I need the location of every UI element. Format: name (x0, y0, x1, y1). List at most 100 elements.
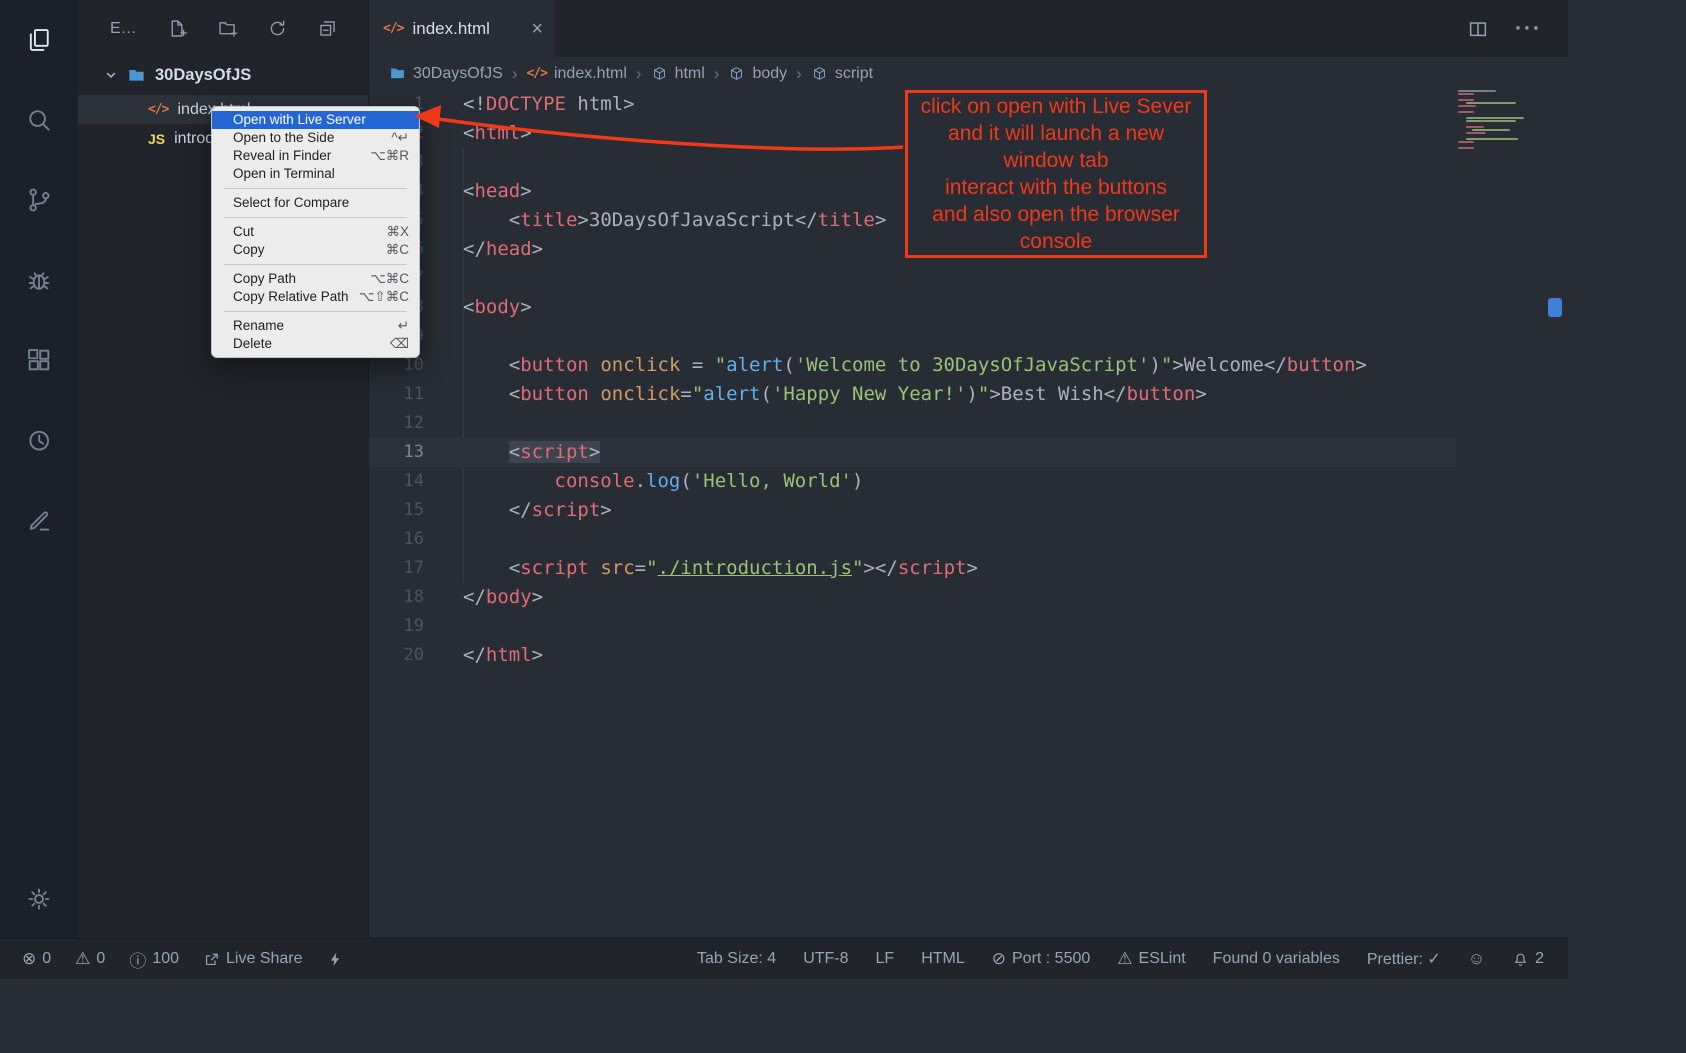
line-text: <script src="./introduction.js"></script… (463, 554, 978, 583)
breadcrumb-item-index.html[interactable]: </>index.html (526, 65, 626, 83)
status-item-0[interactable]: ⚠0 (75, 949, 105, 969)
breadcrumb-item-30DaysOfJS[interactable]: 30DaysOfJS (389, 65, 503, 83)
menu-item-open-with-live-server[interactable]: Open with Live Server (212, 111, 419, 129)
status-item-0[interactable]: ⊗0 (22, 949, 51, 969)
status-item-2[interactable]: 2 (1512, 950, 1544, 968)
js-file-icon: JS (148, 131, 165, 147)
run-debug-icon[interactable] (25, 266, 53, 294)
history-icon[interactable] (25, 426, 53, 454)
close-icon[interactable]: × (531, 19, 543, 39)
code-line-17[interactable]: 17 <script src="./introduction.js"></scr… (369, 554, 1456, 583)
refresh-icon[interactable] (267, 18, 288, 39)
code-line-10[interactable]: 10 <button onclick = "alert('Welcome to … (369, 351, 1456, 380)
status-text: Port : 5500 (1012, 950, 1090, 968)
line-text: </html> (463, 641, 543, 670)
menu-item-select-for-compare[interactable]: Select for Compare (212, 194, 419, 212)
menu-item-open-in-terminal[interactable]: Open in Terminal (212, 165, 419, 183)
menu-item-open-to-the-side[interactable]: Open to the Side^↵ (212, 129, 419, 147)
new-file-icon[interactable] (167, 18, 188, 39)
annotation-box: click on open with Live Severand it will… (905, 90, 1207, 258)
menu-item-label: Copy Relative Path (233, 288, 349, 306)
source-control-icon[interactable] (25, 186, 53, 214)
status-item-eslint[interactable]: ⚠ESLint (1117, 949, 1185, 969)
breadcrumb-item-html[interactable]: html (651, 65, 705, 83)
line-number: 16 (369, 525, 424, 554)
html-file-icon: </> (148, 102, 168, 117)
status-item-live-share[interactable]: Live Share (203, 950, 303, 968)
line-text: </head> (463, 235, 543, 264)
collapse-all-icon[interactable] (317, 18, 338, 39)
extensions-icon[interactable] (25, 346, 53, 374)
feedback-pen-icon[interactable] (25, 506, 53, 534)
new-folder-icon[interactable] (217, 18, 238, 39)
code-line-19[interactable]: 19 (369, 612, 1456, 641)
split-editor-icon[interactable] (1467, 18, 1489, 40)
menu-item-rename[interactable]: Rename↵ (212, 317, 419, 335)
status-item-bolt[interactable] (327, 951, 344, 968)
cube-icon (811, 65, 828, 82)
project-folder-row[interactable]: 30DaysOfJS (78, 60, 368, 90)
status-item-100[interactable]: ⓘ100 (129, 947, 179, 972)
status-item-port-5500[interactable]: ⊘Port : 5500 (992, 949, 1091, 969)
code-line-8[interactable]: 8<body> (369, 293, 1456, 322)
tab-bar: </> index.html × ··· (369, 0, 1568, 57)
code-line-9[interactable]: 9 (369, 322, 1456, 351)
context-menu: Open with Live ServerOpen to the Side^↵R… (211, 106, 420, 358)
menu-separator (224, 264, 407, 265)
status-item-prettier-[interactable]: Prettier: ✓ (1367, 949, 1441, 969)
menu-separator (224, 188, 407, 189)
code-line-18[interactable]: 18</body> (369, 583, 1456, 612)
code-line-14[interactable]: 14 console.log('Hello, World') (369, 467, 1456, 496)
editor-actions: ··· (1467, 0, 1568, 57)
line-number: 20 (369, 641, 424, 670)
menu-item-cut[interactable]: Cut⌘X (212, 223, 419, 241)
annotation-line: console (1020, 228, 1092, 255)
status-item-smiley[interactable]: ☺ (1468, 949, 1485, 969)
line-text: <script> (463, 438, 600, 467)
breadcrumb-separator: › (714, 64, 720, 84)
status-text: 100 (152, 950, 179, 968)
breadcrumb-label: 30DaysOfJS (413, 65, 503, 83)
status-item-found-0-variables[interactable]: Found 0 variables (1213, 950, 1340, 968)
explorer-icon[interactable] (25, 26, 53, 54)
menu-item-shortcut: ^↵ (391, 129, 409, 147)
breadcrumb-label: html (675, 65, 705, 83)
menu-item-label: Delete (233, 335, 272, 353)
code-line-11[interactable]: 11 <button onclick="alert('Happy New Yea… (369, 380, 1456, 409)
annotation-line: and also open the browser (932, 201, 1180, 228)
status-item-lf[interactable]: LF (876, 950, 895, 968)
more-actions-icon[interactable]: ··· (1515, 17, 1542, 41)
search-icon[interactable] (25, 106, 53, 134)
smiley-icon: ☺ (1468, 949, 1485, 969)
menu-item-shortcut: ⌫ (390, 335, 409, 353)
menu-item-copy-path[interactable]: Copy Path⌥⌘C (212, 270, 419, 288)
line-text: <title>30DaysOfJavaScript</title> (463, 206, 886, 235)
breadcrumb-item-script[interactable]: script (811, 65, 873, 83)
status-bar: ⊗0 ⚠0 ⓘ100 Live Share Tab Size: 4 UTF-8 LF HTM… (0, 938, 1568, 979)
error-icon: ⊗ (22, 949, 36, 969)
line-text: console.log('Hello, World') (463, 467, 863, 496)
code-line-20[interactable]: 20 </html> (369, 641, 1456, 670)
status-item-tab-size-4[interactable]: Tab Size: 4 (697, 950, 776, 968)
menu-item-label: Open with Live Server (233, 111, 366, 129)
settings-gear-icon[interactable] (25, 885, 53, 913)
minimap[interactable] (1456, 90, 1546, 150)
code-line-13[interactable]: 13 <script> (369, 438, 1456, 467)
menu-item-reveal-in-finder[interactable]: Reveal in Finder⌥⌘R (212, 147, 419, 165)
line-number: 11 (369, 380, 424, 409)
code-line-7[interactable]: 7 (369, 264, 1456, 293)
code-line-16[interactable]: 16 (369, 525, 1456, 554)
status-item-utf-8[interactable]: UTF-8 (803, 950, 848, 968)
menu-item-copy[interactable]: Copy⌘C (212, 241, 419, 259)
tab-index-html[interactable]: </> index.html × (369, 0, 555, 57)
menu-item-delete[interactable]: Delete ⌫ (212, 335, 419, 353)
breadcrumb-item-body[interactable]: body (728, 65, 787, 83)
breadcrumb-separator: › (512, 64, 518, 84)
line-number: 15 (369, 496, 424, 525)
code-line-12[interactable]: 12 (369, 409, 1456, 438)
menu-item-copy-relative-path[interactable]: Copy Relative Path⌥⇧⌘C (212, 288, 419, 306)
code-line-15[interactable]: 15 </script> (369, 496, 1456, 525)
status-item-html[interactable]: HTML (921, 950, 965, 968)
explorer-actions (167, 18, 338, 39)
html-file-icon: </> (526, 66, 546, 81)
